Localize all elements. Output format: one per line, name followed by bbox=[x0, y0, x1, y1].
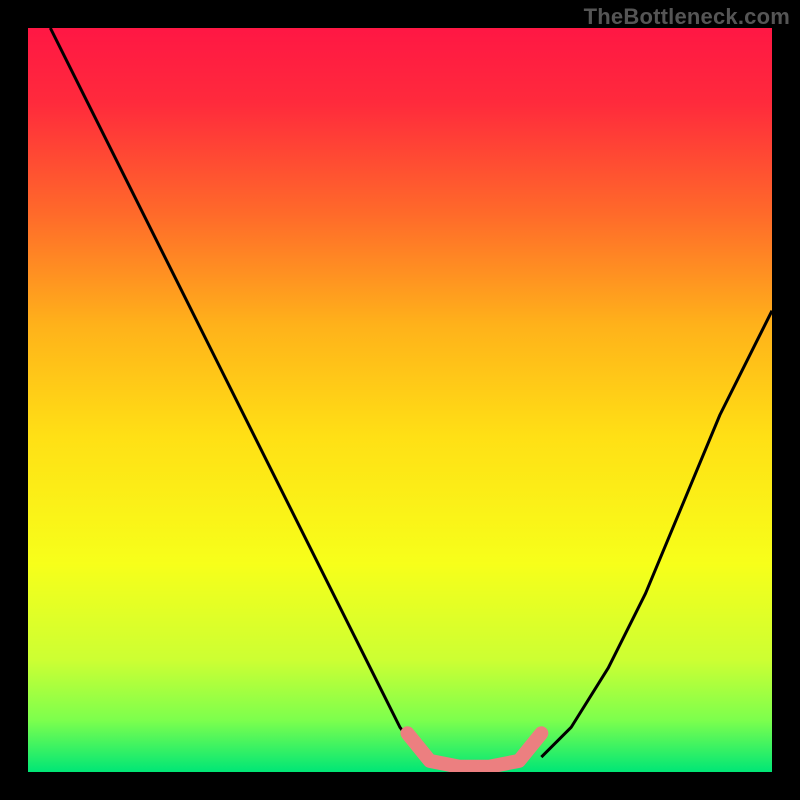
watermark-text: TheBottleneck.com bbox=[584, 4, 790, 30]
gradient-background bbox=[28, 28, 772, 772]
bottleneck-chart bbox=[28, 28, 772, 772]
plot-area bbox=[28, 28, 772, 772]
chart-frame: TheBottleneck.com bbox=[0, 0, 800, 800]
